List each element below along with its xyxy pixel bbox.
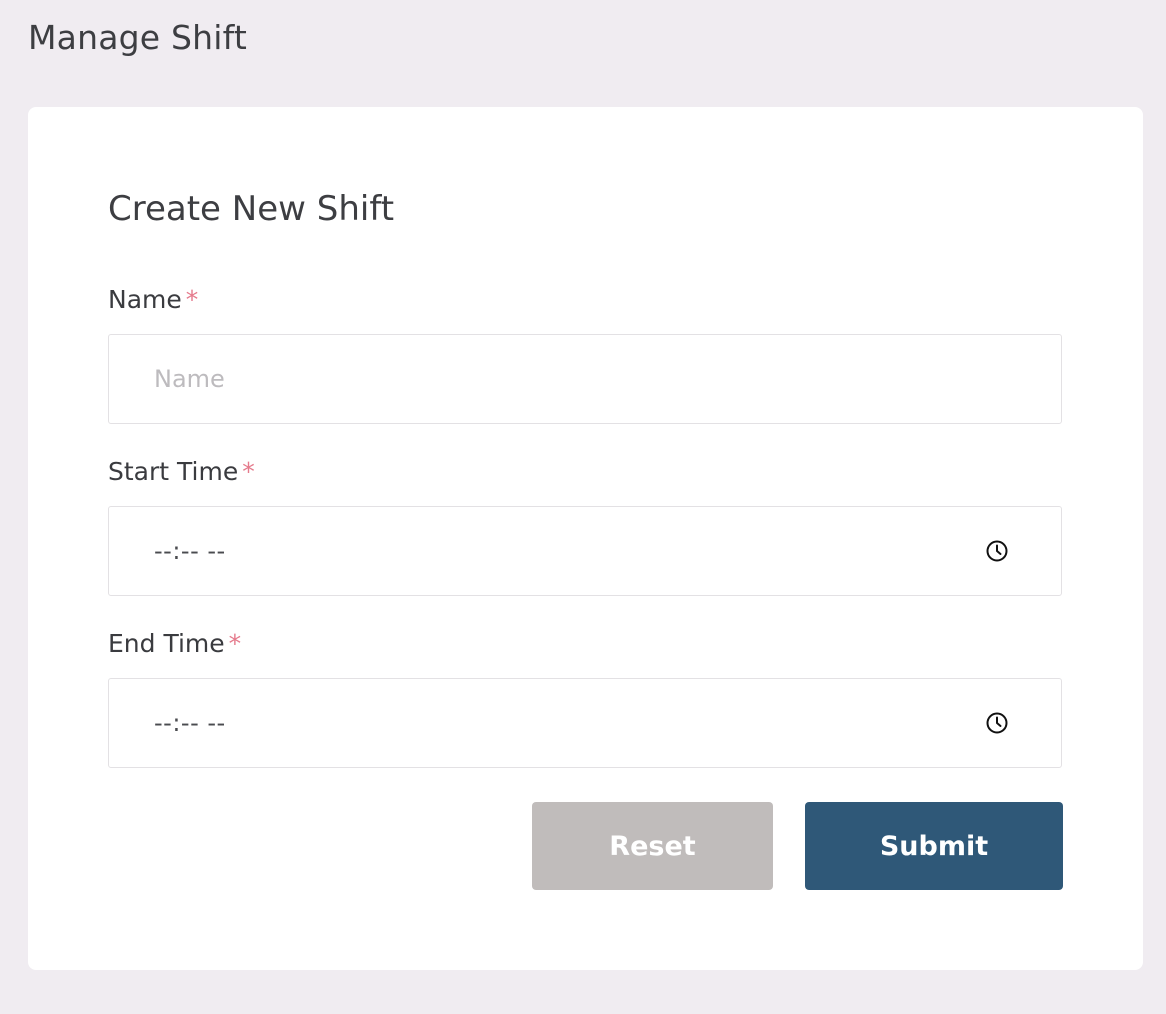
end-time-value: --:-- -- xyxy=(154,709,226,737)
name-label: Name * xyxy=(108,285,198,314)
start-time-value: --:-- -- xyxy=(154,537,226,565)
end-time-label-text: End Time xyxy=(108,629,225,658)
page-title: Manage Shift xyxy=(28,18,247,57)
create-shift-card: Create New Shift Name* Start Time* --:--… xyxy=(28,107,1143,970)
end-time-input[interactable]: --:-- -- xyxy=(108,678,1062,768)
start-time-input[interactable]: --:-- -- xyxy=(108,506,1062,596)
name-input[interactable] xyxy=(109,335,1061,423)
clock-icon[interactable] xyxy=(985,539,1009,563)
end-time-label: End Time * xyxy=(108,629,241,658)
required-marker: * xyxy=(185,285,199,314)
name-field xyxy=(108,334,1062,424)
name-label-text: Name xyxy=(108,285,182,314)
reset-button[interactable]: Reset xyxy=(532,802,773,890)
form-title: Create New Shift xyxy=(108,189,395,229)
required-marker: * xyxy=(242,457,255,486)
start-time-label: Start Time * xyxy=(108,457,255,486)
clock-icon[interactable] xyxy=(985,711,1009,735)
start-time-label-text: Start Time xyxy=(108,457,239,486)
submit-button[interactable]: Submit xyxy=(805,802,1063,890)
required-marker: * xyxy=(228,629,242,658)
